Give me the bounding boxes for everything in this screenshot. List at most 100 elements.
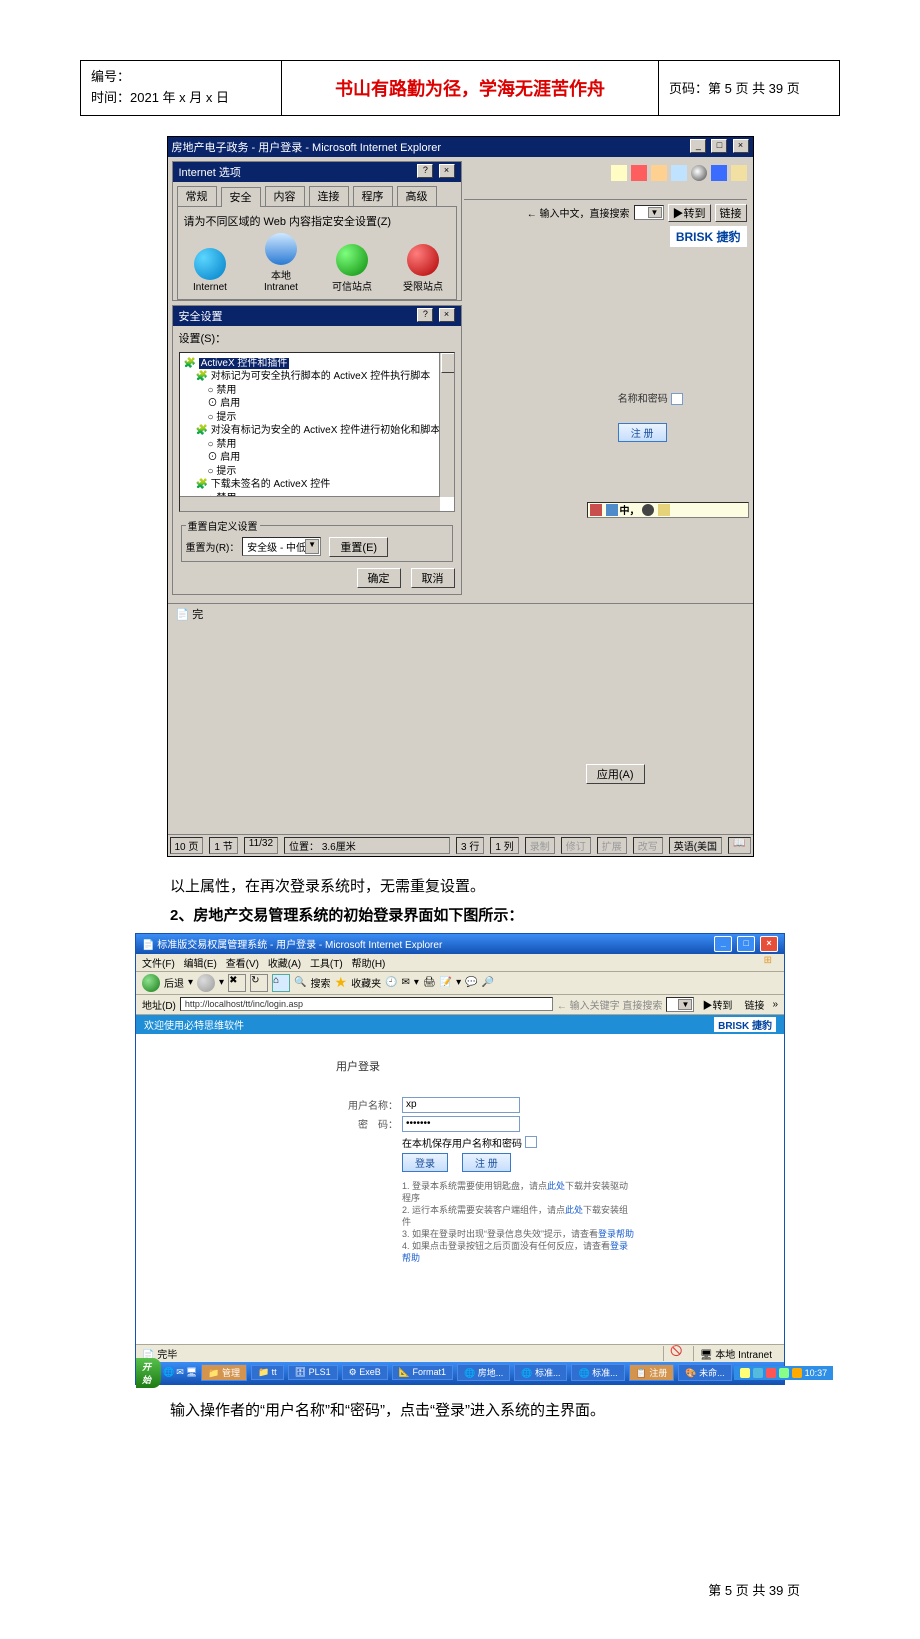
tab-strip: 常规 安全 内容 连接 程序 高级 (173, 182, 461, 206)
discuss-icon[interactable]: 💬 (465, 977, 477, 988)
taskbar-item[interactable]: 🎨 未命... (678, 1364, 731, 1381)
links-button[interactable]: 链接 (715, 204, 747, 222)
popup-blocked-icon[interactable]: 🚫 (663, 1346, 688, 1361)
quicklaunch-mail-icon[interactable]: ✉ (176, 1367, 184, 1378)
close-icon[interactable]: × (760, 936, 778, 952)
notes-icon[interactable] (611, 165, 627, 181)
taskbar-item[interactable]: 🌐 标准... (514, 1364, 567, 1381)
quicklaunch-desktop-icon[interactable]: 🖥 (186, 1367, 197, 1378)
taskbar-item[interactable]: 📁 管理 (201, 1364, 247, 1381)
zone-trusted[interactable]: 可信站点 (326, 244, 379, 293)
shield-icon[interactable] (631, 165, 647, 181)
radio-disable[interactable]: 禁用 (208, 439, 237, 450)
radio-enable[interactable]: 启用 (208, 452, 241, 463)
radio-disable[interactable]: 禁用 (208, 385, 237, 396)
menu-view[interactable]: 查看(V) (226, 959, 259, 970)
login-button[interactable]: 登录 (402, 1153, 448, 1172)
tab-content[interactable]: 内容 (265, 186, 305, 206)
messenger-icon[interactable] (711, 165, 727, 181)
tab-programs[interactable]: 程序 (353, 186, 393, 206)
refresh-icon[interactable]: ↻ (250, 974, 268, 992)
paw-icon[interactable] (731, 165, 747, 181)
ie-statusbar: 📄 完毕 🚫 🖥 本地 Intranet (136, 1344, 784, 1362)
windows-flag-icon: ⊞ (764, 955, 772, 966)
taskbar-item[interactable]: 📐 Format1 (392, 1365, 453, 1380)
taskbar-item[interactable]: ⚙ ExeB (342, 1365, 388, 1380)
go-button[interactable]: ▶转到 (668, 204, 711, 222)
stop-icon[interactable]: ✖ (228, 974, 246, 992)
favorites-icon[interactable]: ★ (335, 974, 348, 991)
taskbar-item[interactable]: 📋 注册 (629, 1364, 675, 1381)
mail-icon[interactable] (651, 165, 667, 181)
research-icon[interactable]: 🔎 (482, 977, 494, 988)
go-button[interactable]: ▶转到 (698, 997, 736, 1012)
menu-file[interactable]: 文件(F) (142, 959, 175, 970)
radio-prompt[interactable]: 提示 (208, 412, 237, 423)
tab-connections[interactable]: 连接 (309, 186, 349, 206)
tab-security[interactable]: 安全 (221, 187, 261, 207)
search-history-combo[interactable] (634, 205, 664, 220)
history-icon[interactable]: 🕘 (385, 977, 397, 988)
address-input[interactable]: http://localhost/tt/inc/login.asp (180, 997, 553, 1011)
menu-favorites[interactable]: 收藏(A) (268, 959, 301, 970)
tree-root-activex: ActiveX 控件和插件 (199, 358, 290, 369)
help-icon[interactable]: ? (417, 308, 433, 322)
menu-tools[interactable]: 工具(T) (310, 959, 343, 970)
back-icon[interactable] (142, 974, 160, 992)
print-icon[interactable]: 🖨 (423, 977, 436, 988)
horizontal-scrollbar[interactable] (180, 496, 440, 511)
start-button[interactable]: 开始 (136, 1358, 161, 1388)
maximize-icon[interactable]: □ (737, 936, 755, 952)
password-input[interactable]: ••••••• (402, 1116, 520, 1132)
reset-level-combo[interactable]: 安全级 - 中低 (242, 537, 321, 556)
security-settings-dialog: 安全设置 ? × 设置(S)： 🧩 ActiveX 控件和插件 🧩 对标记为可安… (172, 305, 462, 595)
remember-checkbox[interactable] (525, 1136, 537, 1148)
tab-advanced[interactable]: 高级 (397, 186, 437, 206)
body-para-3: 输入操作者的“用户名称”和“密码”，点击“登录”进入系统的主界面。 (170, 1399, 840, 1420)
save-creds-checkbox[interactable] (671, 393, 683, 405)
radio-prompt[interactable]: 提示 (208, 466, 237, 477)
spellcheck-icon[interactable]: 📖 (728, 837, 750, 854)
zone-restricted[interactable]: 受限站点 (397, 244, 450, 293)
tab-general[interactable]: 常规 (177, 186, 217, 206)
ok-button[interactable]: 确定 (357, 568, 401, 588)
taskbar-item[interactable]: 📁 tt (251, 1365, 284, 1380)
minimize-icon[interactable]: _ (690, 139, 706, 153)
username-input[interactable]: xp (402, 1097, 520, 1113)
register-button[interactable]: 注 册 (618, 423, 667, 442)
print-icon[interactable] (671, 165, 687, 181)
vertical-scrollbar[interactable] (439, 353, 454, 497)
cancel-button[interactable]: 取消 (411, 568, 455, 588)
close-icon[interactable]: × (439, 308, 455, 322)
taskbar-item[interactable]: 🌐 房地... (457, 1364, 510, 1381)
mail-icon[interactable]: ✉ (402, 977, 410, 988)
forward-icon[interactable] (197, 974, 215, 992)
edit-icon[interactable]: 📝 (440, 977, 452, 988)
settings-tree[interactable]: 🧩 ActiveX 控件和插件 🧩 对标记为可安全执行脚本的 ActiveX 控… (179, 352, 455, 512)
tree-item-unsafe-init: 对没有标记为安全的 ActiveX 控件进行初始化和脚本 (211, 425, 440, 436)
close-icon[interactable]: × (439, 164, 455, 178)
links-button[interactable]: 链接 (740, 997, 768, 1012)
menu-help[interactable]: 帮助(H) (352, 959, 386, 970)
address-hint: ← 输入中文，直接搜索 (527, 205, 630, 220)
system-tray[interactable]: 10:37 (734, 1366, 834, 1380)
search-combo[interactable] (666, 997, 694, 1012)
maximize-icon[interactable]: □ (711, 139, 727, 153)
home-icon[interactable]: ⌂ (272, 974, 290, 992)
zone-intranet[interactable]: 本地 Intranet (255, 233, 308, 293)
taskbar-item[interactable]: 🗄 PLS1 (288, 1365, 338, 1380)
menu-edit[interactable]: 编辑(E) (184, 959, 217, 970)
reset-button[interactable]: 重置(E) (329, 537, 388, 557)
minimize-icon[interactable]: _ (714, 936, 732, 952)
globe-icon[interactable] (691, 165, 707, 181)
help-icon[interactable]: ? (417, 164, 433, 178)
radio-enable[interactable]: 启用 (208, 398, 241, 409)
apply-button[interactable]: 应用(A) (586, 764, 645, 784)
zone-internet[interactable]: Internet (184, 248, 237, 293)
quicklaunch-ie-icon[interactable]: 🌐 (163, 1367, 174, 1378)
taskbar-item[interactable]: 🌐 标准... (571, 1364, 624, 1381)
body-para-2: 2、房地产交易管理系统的初始登录界面如下图所示： (170, 904, 840, 925)
close-icon[interactable]: × (733, 139, 749, 153)
search-icon[interactable]: 🔍 (294, 977, 306, 988)
register-button[interactable]: 注 册 (462, 1153, 511, 1172)
